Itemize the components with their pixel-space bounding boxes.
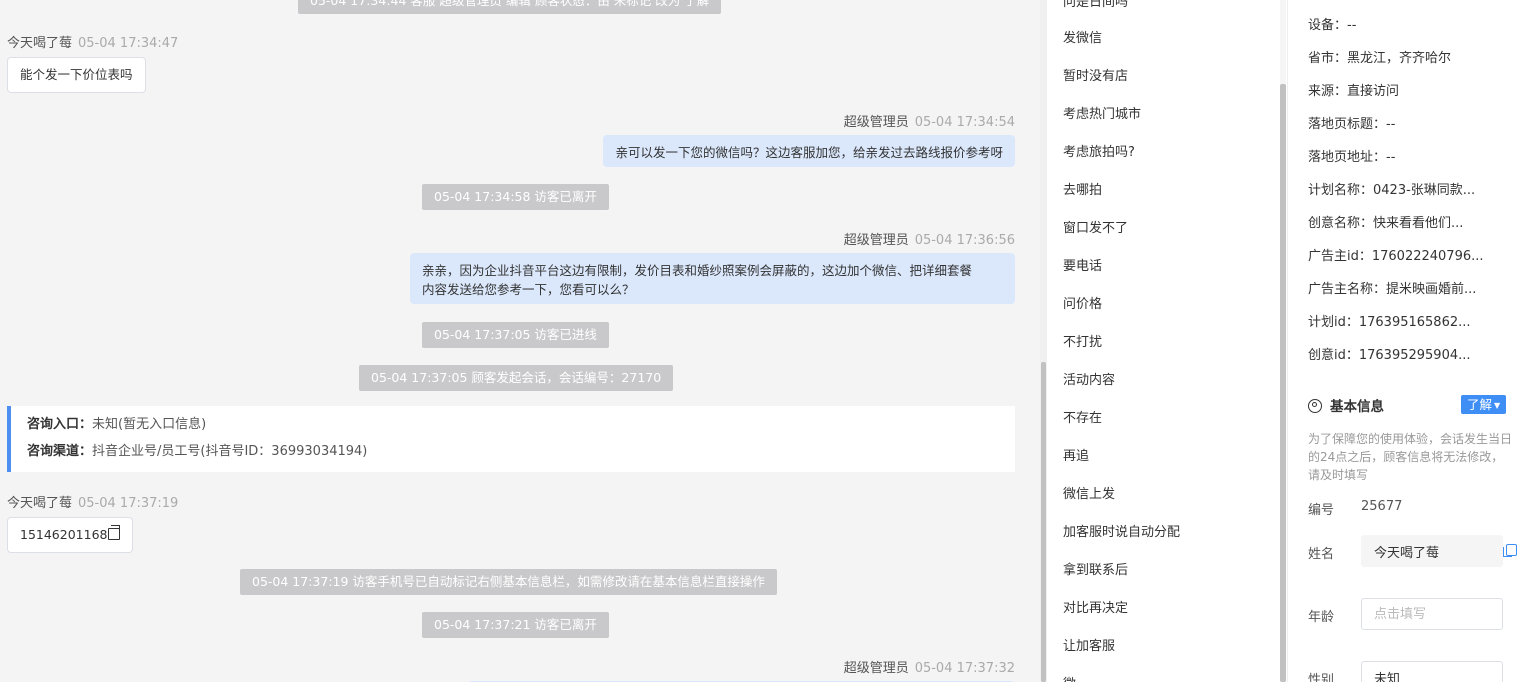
- quick-reply-item[interactable]: 暂时没有店: [1063, 65, 1128, 84]
- info-device: 设备：--: [1308, 18, 1357, 33]
- visitor-message[interactable]: 15146201168: [7, 517, 134, 553]
- edit-hint: 为了保障您的使用体验，会话发生当日的24点之后，顾客信息将无法修改，请及时填写: [1308, 432, 1513, 482]
- sender-name: 超级管理员: [843, 233, 909, 248]
- system-message: 05-04 17:34:58 访客已离开: [422, 184, 609, 210]
- system-message: 05-04 17:34:44 客服 超级管理员 编辑 顾客状态：由 未标记 改为…: [298, 0, 722, 14]
- info-advertiser-id: 广告主id：176022240796...: [1308, 249, 1484, 264]
- quick-reply-item[interactable]: 考虑旅拍吗?: [1063, 141, 1135, 160]
- consult-entry-value: 未知(暂无入口信息): [92, 417, 207, 432]
- system-message: 05-04 17:37:05 访客已进线: [422, 322, 609, 348]
- agent-message[interactable]: 亲亲，因为企业抖音平台这边有限制，发价目表和婚纱照案例会屏蔽的，这边加个微信、把…: [410, 253, 1015, 304]
- consult-entry-row: 咨询入口：未知(暂无入口信息): [27, 415, 1015, 442]
- quick-reply-item[interactable]: 让加客服: [1063, 635, 1115, 654]
- message-meta: 超级管理员 05-04 17:37:32: [844, 657, 1015, 676]
- message-line: 内容发送给您参考一下，您看可以么？: [422, 282, 635, 297]
- message-meta: 今天喝了莓 05-04 17:34:47: [7, 32, 178, 51]
- gender-select[interactable]: [1361, 661, 1503, 682]
- quick-reply-item[interactable]: 加客服时说自动分配: [1063, 521, 1180, 540]
- message-meta: 今天喝了莓 05-04 17:37:19: [7, 492, 178, 511]
- consult-entry-label: 咨询入口：: [27, 417, 93, 432]
- message-time: 05-04 17:37:32: [914, 661, 1015, 676]
- quick-reply-item[interactable]: 不打扰: [1063, 331, 1102, 350]
- sender-name: 超级管理员: [843, 661, 909, 676]
- status-label: 了解: [1467, 397, 1493, 412]
- quick-reply-item[interactable]: 去哪拍: [1063, 179, 1102, 198]
- info-province-city: 省市：黑龙江，齐齐哈尔: [1308, 51, 1452, 66]
- quick-reply-item[interactable]: 活动内容: [1063, 369, 1115, 388]
- info-landing-url: 落地页地址：--: [1308, 150, 1396, 165]
- basic-info-title: 基本信息: [1330, 399, 1384, 415]
- message-time: 05-04 17:36:56: [914, 233, 1015, 248]
- message-time: 05-04 17:34:54: [914, 115, 1015, 130]
- message-time: 05-04 17:34:47: [78, 36, 179, 51]
- caret-down-icon: ▼: [1494, 401, 1501, 410]
- message-meta: 超级管理员 05-04 17:36:56: [844, 229, 1015, 248]
- consult-info-card: 咨询入口：未知(暂无入口信息) 咨询渠道：抖音企业号/员工号(抖音号ID：369…: [7, 406, 1015, 472]
- sender-name: 超级管理员: [843, 115, 909, 130]
- info-creative-id: 创意id：176395295904...: [1308, 348, 1471, 363]
- quick-reply-scrollbar[interactable]: [1280, 0, 1286, 682]
- quick-reply-item[interactable]: 对比再决定: [1063, 597, 1128, 616]
- consult-channel-label: 咨询渠道：: [27, 444, 93, 459]
- quick-reply-item[interactable]: 问是日间吗: [1063, 0, 1128, 10]
- info-plan-id: 计划id：176395165862...: [1308, 315, 1471, 330]
- gender-label: 性别: [1308, 673, 1335, 682]
- quick-reply-item[interactable]: 再追: [1063, 445, 1089, 464]
- quick-reply-item[interactable]: 要电话: [1063, 255, 1102, 274]
- sender-name: 今天喝了莓: [7, 36, 73, 51]
- agent-message[interactable]: 亲可以发一下您的微信吗？这边客服加您，给亲发过去路线报价参考呀: [603, 135, 1015, 167]
- copy-icon[interactable]: [108, 525, 121, 540]
- name-label: 姓名: [1308, 547, 1335, 562]
- quick-reply-item[interactable]: 微: [1063, 673, 1076, 682]
- quick-reply-item[interactable]: 考虑热门城市: [1063, 103, 1141, 122]
- quick-reply-item[interactable]: 发微信: [1063, 27, 1102, 46]
- info-landing-title: 落地页标题：--: [1308, 117, 1396, 132]
- user-icon: [1308, 399, 1322, 413]
- copy-icon[interactable]: [1503, 544, 1517, 557]
- system-message: 05-04 17:37:05 顾客发起会话，会话编号：27170: [359, 365, 674, 391]
- quick-reply-item[interactable]: 问价格: [1063, 293, 1102, 312]
- sender-name: 今天喝了莓: [7, 496, 73, 511]
- name-input[interactable]: [1361, 535, 1503, 567]
- basic-info-header: 基本信息: [1308, 395, 1384, 415]
- quick-reply-item[interactable]: 不存在: [1063, 407, 1102, 426]
- age-label: 年龄: [1308, 610, 1335, 625]
- quick-reply-item[interactable]: 微信上发: [1063, 483, 1115, 502]
- message-line: 亲亲，因为企业抖音平台这边有限制，发价目表和婚纱照案例会屏蔽的，这边加个微信、把…: [422, 263, 973, 278]
- message-meta: 超级管理员 05-04 17:34:54: [844, 111, 1015, 130]
- consult-channel-value: 抖音企业号/员工号(抖音号ID：36993034194): [92, 444, 368, 459]
- quick-reply-item[interactable]: 拿到联系后: [1063, 559, 1128, 578]
- system-message: 05-04 17:37:21 访客已离开: [422, 612, 609, 638]
- quick-reply-panel: 问是日间吗 发微信 暂时没有店 考虑热门城市 考虑旅拍吗? 去哪拍 窗口发不了 …: [1047, 0, 1286, 682]
- chat-panel: 05-04 17:34:44 客服 超级管理员 编辑 顾客状态：由 未标记 改为…: [0, 0, 1040, 682]
- status-dropdown[interactable]: 了解 ▼: [1461, 395, 1507, 414]
- info-creative-name: 创意名称：快来看看他们...: [1308, 216, 1464, 231]
- info-advertiser-name: 广告主名称：提米映画婚前...: [1308, 282, 1477, 297]
- id-value: 25677: [1361, 499, 1403, 514]
- chat-scrollbar-thumb[interactable]: [1041, 362, 1046, 682]
- quick-reply-item[interactable]: 窗口发不了: [1063, 217, 1128, 236]
- quick-reply-scrollbar-thumb[interactable]: [1280, 84, 1286, 682]
- chat-scrollbar[interactable]: [1040, 0, 1047, 682]
- system-message: 05-04 17:37:19 访客手机号已自动标记右侧基本信息栏，如需修改请在基…: [240, 569, 777, 595]
- phone-number: 15146201168: [20, 527, 108, 542]
- visitor-message[interactable]: 能个发一下价位表吗: [7, 57, 146, 93]
- consult-channel-row: 咨询渠道：抖音企业号/员工号(抖音号ID：36993034194): [27, 442, 1015, 469]
- info-source: 来源：直接访问: [1308, 84, 1400, 99]
- customer-info-panel: 设备：-- 省市：黑龙江，齐齐哈尔 来源：直接访问 落地页标题：-- 落地页地址…: [1287, 0, 1524, 682]
- info-plan-name: 计划名称：0423-张琳同款...: [1308, 183, 1476, 198]
- message-time: 05-04 17:37:19: [78, 496, 179, 511]
- age-input[interactable]: [1361, 598, 1503, 630]
- id-label: 编号: [1308, 503, 1335, 518]
